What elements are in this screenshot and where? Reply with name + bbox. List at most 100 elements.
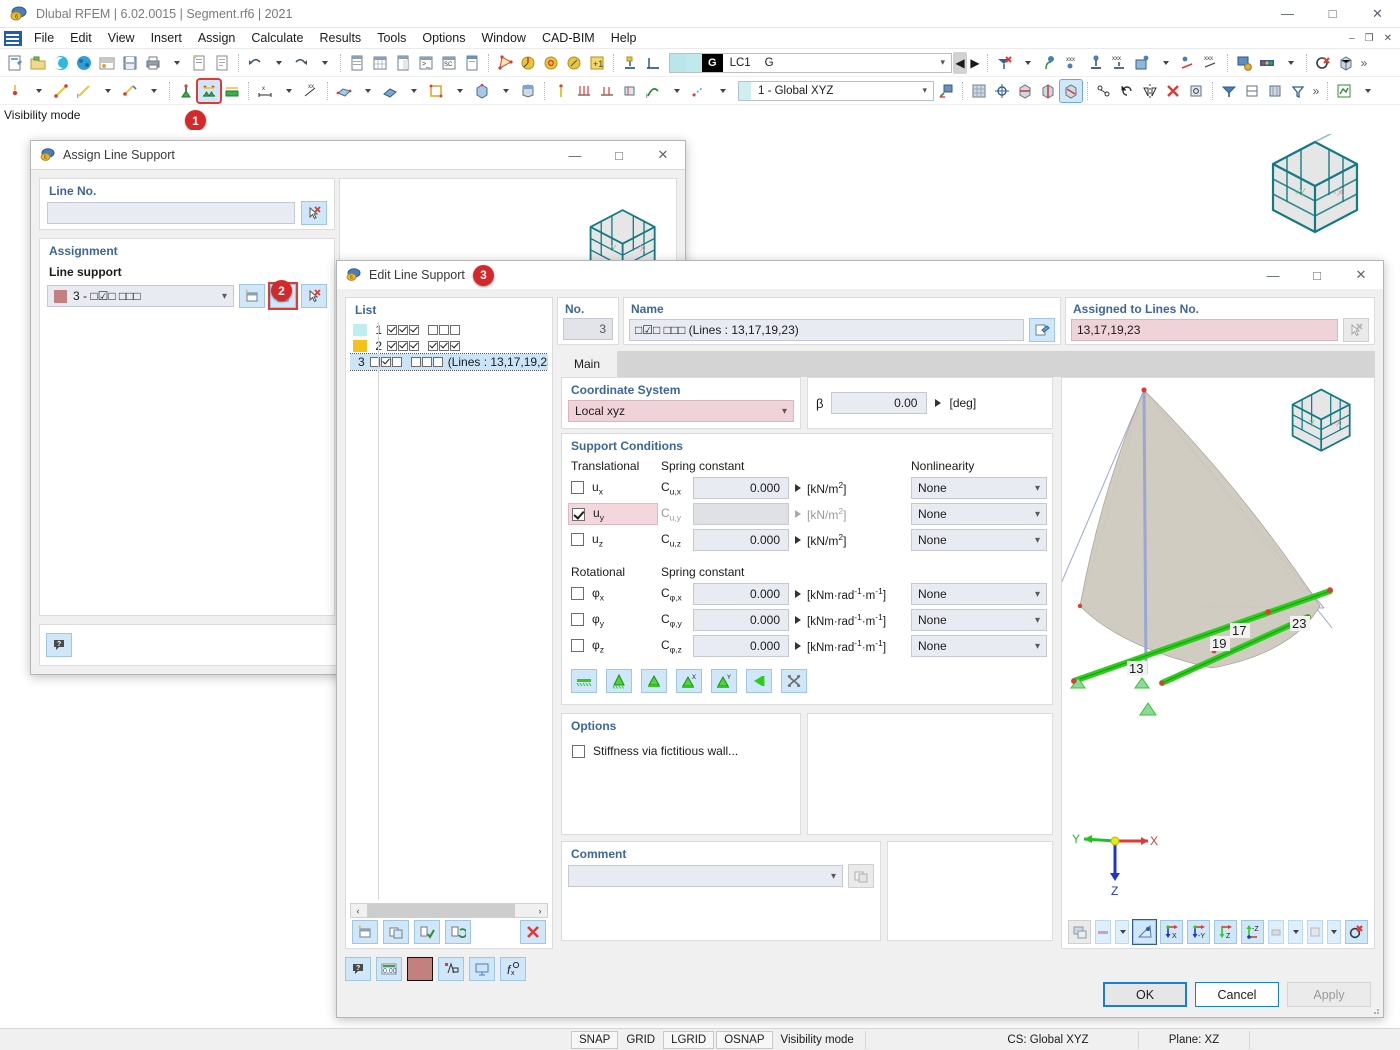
print-icon[interactable] bbox=[142, 52, 164, 74]
next-load-case-button[interactable]: ▶ bbox=[968, 52, 982, 74]
node-load-xxx-icon[interactable]: xxx bbox=[1062, 52, 1084, 74]
ux-checkbox[interactable] bbox=[571, 481, 584, 495]
workplane-xy-icon[interactable] bbox=[1014, 80, 1036, 102]
support-none-icon[interactable] bbox=[781, 669, 807, 693]
table-grid-icon[interactable] bbox=[369, 52, 391, 74]
mdi-restore-button[interactable]: ❐ bbox=[1361, 33, 1378, 44]
phiy-expand-icon[interactable] bbox=[795, 616, 801, 624]
chevron-down-icon[interactable]: ▾ bbox=[1035, 509, 1040, 520]
line-hinge-icon[interactable] bbox=[596, 80, 618, 102]
support-free-icon[interactable] bbox=[571, 669, 597, 693]
support-fixed-icon[interactable] bbox=[746, 669, 772, 693]
menu-item-help[interactable]: Help bbox=[603, 29, 645, 47]
edit-minimize-button[interactable]: — bbox=[1251, 261, 1295, 289]
chevron-down-icon[interactable]: ▾ bbox=[1035, 483, 1040, 494]
coordinate-system-combo[interactable]: 1 - Global XYZ ▾ bbox=[738, 80, 934, 101]
network-icon[interactable] bbox=[73, 52, 95, 74]
uy-checkbox[interactable] bbox=[572, 507, 585, 521]
maximize-button[interactable]: □ bbox=[1310, 0, 1355, 28]
clipboard-icon[interactable] bbox=[461, 52, 483, 74]
cloud-icon[interactable] bbox=[50, 52, 72, 74]
menu-item-options[interactable]: Options bbox=[414, 29, 473, 47]
surface-load-icon[interactable] bbox=[1131, 52, 1153, 74]
redo-icon[interactable] bbox=[290, 52, 312, 74]
list-horizontal-scrollbar[interactable]: ‹ › bbox=[350, 903, 548, 918]
uy-nonlinearity-select[interactable]: None ▾ bbox=[911, 503, 1047, 525]
render-mode-icon[interactable] bbox=[1068, 920, 1092, 944]
model-preview-pane[interactable]: -Y -X 13 17 19 23 X Y Z X -Y Z -Z bbox=[1061, 377, 1375, 949]
beta-input[interactable]: 0.00 bbox=[894, 396, 917, 410]
calculate-icon[interactable] bbox=[1233, 52, 1255, 74]
table-list-icon[interactable] bbox=[346, 52, 368, 74]
support-hinged-icon[interactable] bbox=[606, 669, 632, 693]
menu-item-insert[interactable]: Insert bbox=[143, 29, 190, 47]
grid-dropdown-icon[interactable] bbox=[1288, 920, 1303, 944]
menu-item-file[interactable]: File bbox=[26, 29, 62, 47]
free-load-2-icon[interactable]: xxx bbox=[1200, 52, 1222, 74]
visibility-icon[interactable] bbox=[1218, 80, 1240, 102]
dimension-xx-icon[interactable]: xx bbox=[300, 80, 322, 102]
render-icon[interactable] bbox=[469, 957, 495, 981]
comment-library-icon[interactable] bbox=[848, 864, 874, 888]
menu-item-view[interactable]: View bbox=[100, 29, 143, 47]
line-load-xxx-icon[interactable]: xxx bbox=[1108, 52, 1130, 74]
phix-nonlinearity-select[interactable]: None ▾ bbox=[911, 583, 1047, 605]
toolbar-overflow-button[interactable]: » bbox=[1358, 52, 1370, 74]
assigned-lines-input[interactable]: 13,17,19,23 bbox=[1071, 319, 1338, 341]
chevron-down-icon[interactable]: ▾ bbox=[1035, 641, 1040, 652]
rigid-link-dropdown-icon[interactable] bbox=[665, 80, 687, 102]
line-no-input[interactable] bbox=[47, 202, 295, 224]
phix-checkbox[interactable] bbox=[571, 587, 584, 601]
workplane-yz-icon[interactable] bbox=[1037, 80, 1059, 102]
delete-icon[interactable] bbox=[1162, 80, 1184, 102]
clipping-icon[interactable] bbox=[1264, 80, 1286, 102]
phiy-spring-input[interactable]: 0.000 bbox=[750, 613, 780, 627]
scroll-right-icon[interactable]: › bbox=[533, 904, 547, 917]
chevron-down-icon[interactable]: ▾ bbox=[831, 871, 836, 882]
apply-button[interactable]: Apply bbox=[1287, 982, 1371, 1007]
import-icon[interactable] bbox=[96, 52, 118, 74]
load-case-combo[interactable]: G LC1 G ▾ bbox=[669, 52, 952, 73]
cs-settings-icon[interactable] bbox=[935, 80, 957, 102]
snap-icon[interactable] bbox=[1132, 919, 1158, 945]
view-y-icon[interactable]: -Y bbox=[1187, 920, 1211, 944]
funnel-icon[interactable] bbox=[1287, 80, 1309, 102]
copy-support-icon[interactable] bbox=[383, 920, 409, 944]
pick-lines-icon[interactable] bbox=[301, 201, 327, 225]
insert-member-icon[interactable] bbox=[119, 80, 141, 102]
node-release-icon[interactable] bbox=[550, 80, 572, 102]
model-cube-icon[interactable] bbox=[1335, 52, 1357, 74]
document-icon[interactable] bbox=[211, 52, 233, 74]
list-item[interactable]: 1 bbox=[350, 322, 548, 338]
line-load-icon[interactable] bbox=[1085, 52, 1107, 74]
beta-expand-icon[interactable] bbox=[935, 399, 942, 407]
results-table-icon[interactable] bbox=[1333, 80, 1355, 102]
uz-nonlinearity-select[interactable]: None ▾ bbox=[911, 529, 1047, 551]
fictitious-wall-checkbox[interactable] bbox=[572, 744, 585, 758]
list-item-selected[interactable]: 3 (Lines : 13,17,19,23 bbox=[350, 353, 548, 371]
chevron-down-icon[interactable]: ▾ bbox=[934, 57, 951, 68]
console-icon[interactable]: >_ bbox=[415, 52, 437, 74]
close-button[interactable]: ✕ bbox=[1355, 0, 1400, 28]
table-detail-icon[interactable] bbox=[392, 52, 414, 74]
menu-item-results[interactable]: Results bbox=[312, 29, 370, 47]
decimal-places-icon[interactable]: 0,00 bbox=[376, 957, 402, 981]
zoom-info-icon[interactable]: ? bbox=[345, 957, 371, 981]
chevron-down-icon[interactable]: ▾ bbox=[1035, 589, 1040, 600]
ux-nonlinearity-select[interactable]: None ▾ bbox=[911, 477, 1047, 499]
phiz-nonlinearity-select[interactable]: None ▾ bbox=[911, 635, 1047, 657]
results-dropdown-icon[interactable] bbox=[1356, 80, 1378, 102]
prev-load-case-button[interactable]: ◀ bbox=[953, 51, 967, 74]
new-support-icon[interactable] bbox=[352, 920, 378, 944]
ux-expand-icon[interactable] bbox=[795, 484, 801, 492]
measure-dropdown-icon[interactable] bbox=[1115, 920, 1130, 944]
open-model-icon[interactable] bbox=[27, 52, 49, 74]
insert-node-icon[interactable] bbox=[4, 80, 26, 102]
insert-line-i-icon[interactable]: I bbox=[73, 80, 95, 102]
menu-item-edit[interactable]: Edit bbox=[62, 29, 100, 47]
support-list[interactable]: 1 2 bbox=[350, 322, 548, 900]
mdi-minimize-button[interactable]: – bbox=[1345, 33, 1359, 44]
select-special-icon[interactable] bbox=[517, 52, 539, 74]
toolbar-overflow-button-2[interactable]: » bbox=[1310, 80, 1322, 102]
support-pinned-y-icon[interactable]: Y bbox=[711, 669, 737, 693]
